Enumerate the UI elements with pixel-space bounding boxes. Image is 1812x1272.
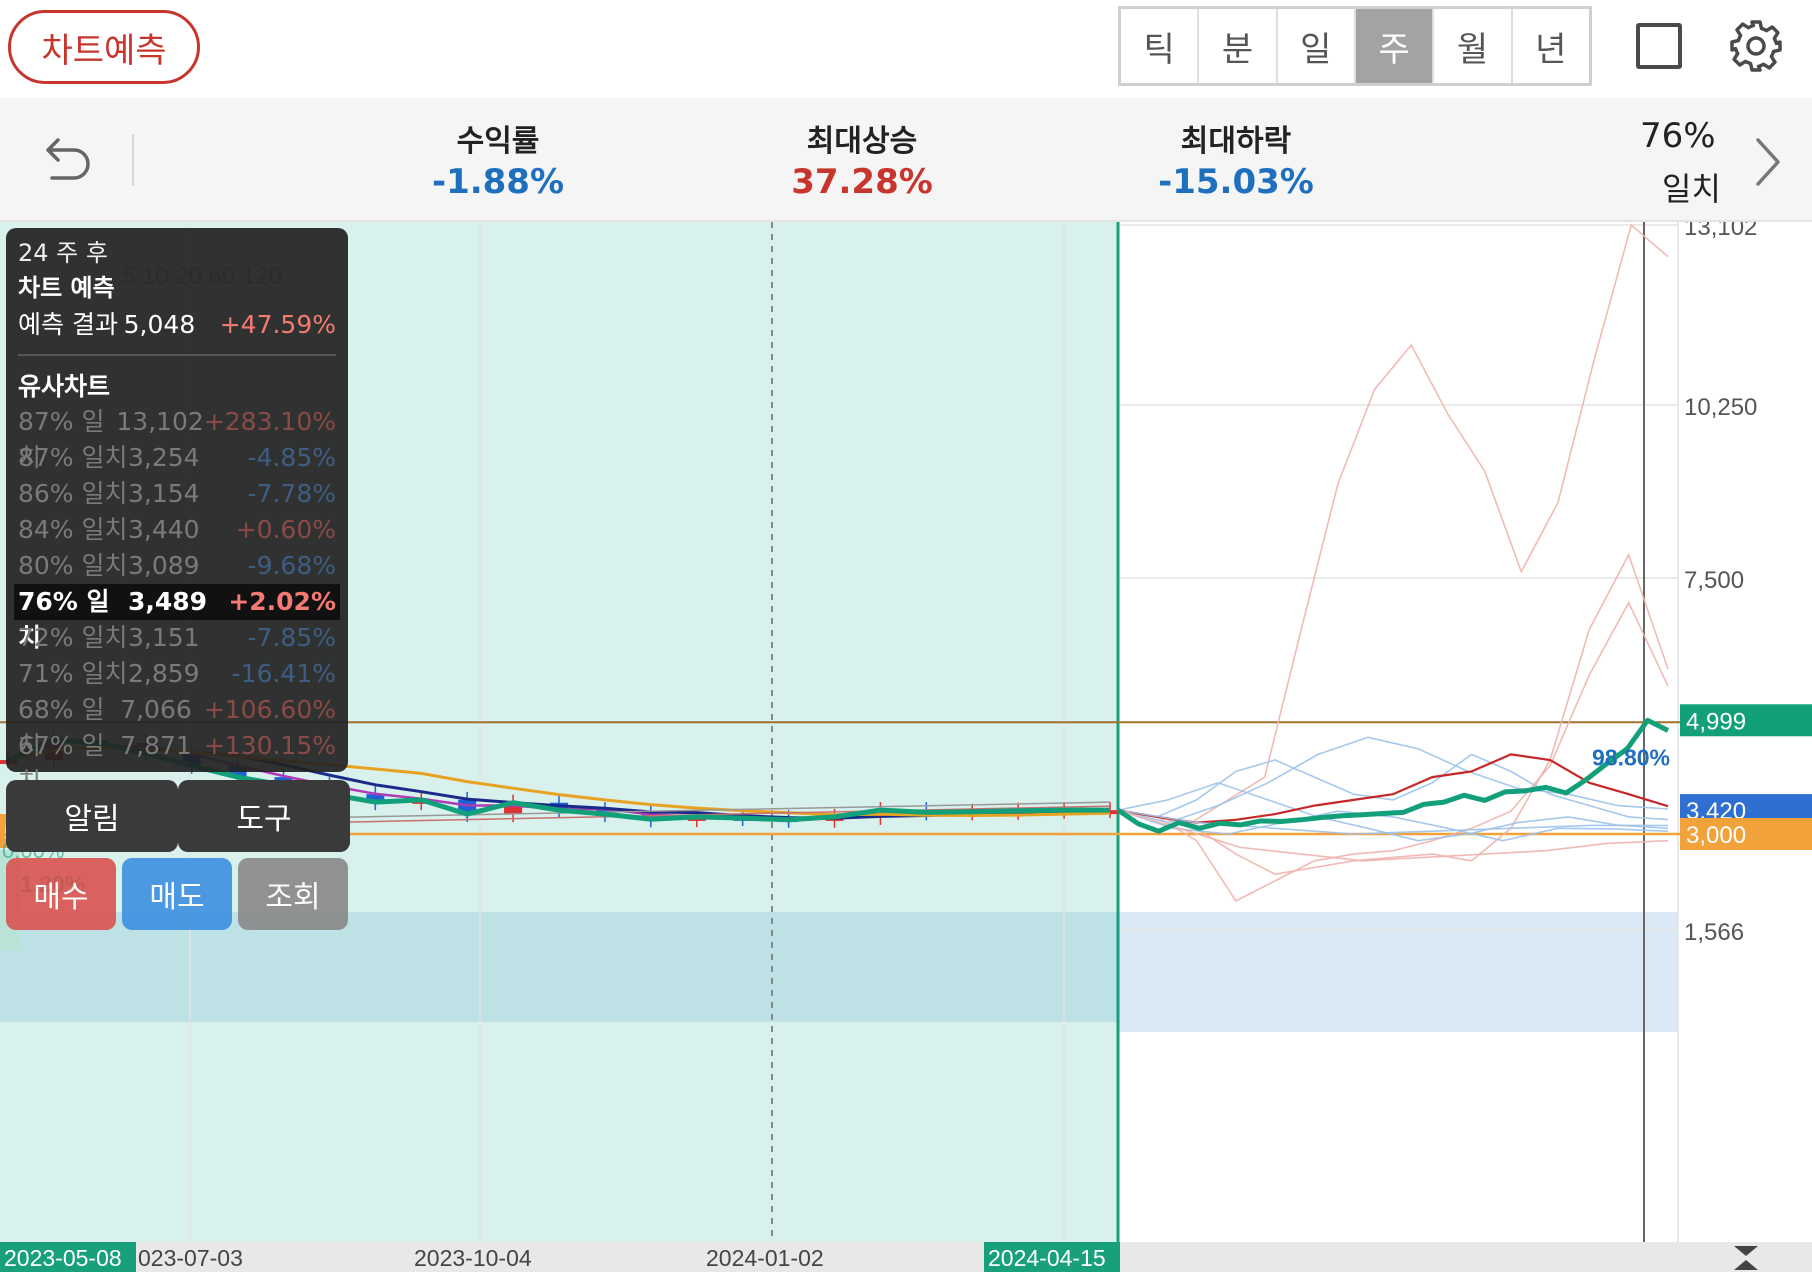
stat-max-fall-label: 최대하락 [1180,124,1292,159]
buy-button[interactable]: 매수 [6,858,116,930]
alert-button[interactable]: 알림 [6,780,178,852]
toolbar-separator [132,134,134,186]
similar-chart-percent: -4.85% [247,443,336,472]
similar-chart-match: 68% 일치 [18,695,105,760]
x-axis-tick-label: 023-07-03 [138,1245,243,1271]
similar-chart-match: 67% 일치 [18,731,105,796]
similar-chart-row[interactable]: 68% 일치 7,066 +106.60% [14,692,340,760]
undo-icon[interactable] [36,128,96,188]
inquiry-button[interactable]: 조회 [238,858,348,930]
similar-chart-match: 72% 일치 [18,623,128,652]
prediction-info-panel: 24 주 후 차트 예측 예측 결과 5,048 +47.59% 유사차트 87… [6,228,348,796]
prediction-result-value: 5,048 [123,310,196,339]
similar-chart-match: 86% 일치 [18,479,128,508]
similar-chart-value: 3,151 [128,623,200,652]
tools-button[interactable]: 도구 [178,780,350,852]
similar-chart-line [1117,600,1669,902]
prediction-result-percent: +47.59% [219,310,336,339]
similar-chart-line [1117,753,1669,821]
stat-max-rise: 최대상승 37.28% [742,116,982,202]
period-tab-month[interactable]: 월 [1434,9,1513,83]
y-axis-tick-label: 1,566 [1684,919,1744,946]
similar-chart-percent: +130.15% [203,731,336,760]
forecast-horizon-label: 24 주 후 [18,239,108,267]
stat-return-label: 수익률 [456,124,540,159]
price-tag-label: 4,999 [1686,708,1746,735]
prediction-result-row: 예측 결과 5,048 +47.59% [18,306,336,344]
stats-bar: 수익률 -1.88% 최대상승 37.28% 최대하락 -15.03% 76% … [0,98,1812,222]
similar-chart-row[interactable]: 80% 일치 3,089 -9.68% [14,548,340,584]
y-axis-tick-label: 10,250 [1684,394,1757,421]
chart-prediction-button[interactable]: 차트예측 [8,10,200,84]
similar-chart-value: 3,489 [128,587,208,616]
similar-chart-percent: -16.41% [231,659,336,688]
period-tab-minute[interactable]: 분 [1199,9,1278,83]
similar-chart-value: 2,859 [128,659,200,688]
prediction-title: 차트 예측 [18,274,115,302]
similar-charts-title: 유사차트 [18,372,111,401]
similar-chart-percent: -9.68% [247,551,336,580]
similar-chart-row[interactable]: 87% 일치 3,254 -4.85% [14,440,340,476]
x-axis-strip [0,1242,1812,1272]
similar-chart-value: 3,440 [128,515,200,544]
stat-max-rise-label: 최대상승 [806,124,918,159]
similar-chart-row[interactable]: 87% 일치 13,102 +283.10% [14,404,340,472]
x-axis-tick-label: 2023-10-04 [414,1245,532,1271]
stat-max-fall: 최대하락 -15.03% [1116,116,1356,202]
gear-icon[interactable] [1728,18,1784,74]
similar-chart-match: 84% 일치 [18,515,128,544]
similar-chart-match: 71% 일치 [18,659,128,688]
similar-chart-value: 3,154 [128,479,200,508]
prediction-line [1116,717,1670,834]
stat-max-fall-value: -15.03% [1158,162,1314,202]
similar-chart-value: 7,066 [120,695,192,724]
similar-chart-percent: -7.78% [247,479,336,508]
fullscreen-square-icon[interactable] [1636,23,1682,69]
similar-chart-value: 3,089 [128,551,200,580]
similar-chart-match: 87% 일치 [18,407,105,472]
prediction-result-label: 예측 결과 [18,310,118,339]
similar-chart-row[interactable]: 76% 일치 3,489 +2.02% [14,584,340,652]
period-selector: 틱 분 일 주 월 년 [1118,6,1592,86]
similar-chart-percent: +2.02% [228,587,336,616]
chevron-right-icon[interactable] [1748,132,1788,192]
end-percent-label: 98.80% [1592,745,1670,771]
period-tab-year[interactable]: 년 [1513,9,1589,83]
y-axis-tick-label: 13,102 [1684,222,1757,241]
similar-chart-percent: -7.85% [247,623,336,652]
price-tag-label: 3,000 [1686,822,1746,849]
similar-chart-percent: +0.60% [235,515,336,544]
similar-chart-line [1117,223,1669,824]
similar-chart-match: 80% 일치 [18,551,128,580]
similar-chart-row[interactable]: 84% 일치 3,440 +0.60% [14,512,340,548]
x-axis-tick-label: 2024-04-15 [988,1245,1106,1271]
x-axis-tick-label: 2024-01-02 [706,1245,824,1271]
similar-chart-row[interactable]: 72% 일치 3,151 -7.85% [14,620,340,656]
x-axis-tick-label: 2023-05-08 [4,1245,122,1271]
similar-chart-match: 76% 일치 [18,587,110,652]
sell-button[interactable]: 매도 [122,858,232,930]
similar-charts-list: 87% 일치 13,102 +283.10% 87% 일치 3,254 -4.85% 86%… [14,404,340,796]
stat-max-rise-value: 37.28% [791,162,933,202]
period-tab-week[interactable]: 주 [1355,9,1435,83]
similar-chart-value: 3,254 [128,443,200,472]
similar-chart-percent: +106.60% [203,695,336,724]
period-tab-tick[interactable]: 틱 [1121,9,1200,83]
stat-return-value: -1.88% [431,162,565,202]
similar-chart-percent: +283.10% [203,407,336,436]
top-toolbar: 차트예측 틱 분 일 주 월 년 [0,0,1812,98]
stat-return: 수익률 -1.88% [378,116,618,202]
similar-chart-value: 13,102 [116,407,204,436]
similar-chart-row[interactable]: 67% 일치 7,871 +130.15% [14,728,340,796]
period-tab-day[interactable]: 일 [1278,9,1356,83]
similar-chart-value: 7,871 [120,731,192,760]
match-label: 일치 [1662,170,1721,208]
similar-chart-row[interactable]: 86% 일치 3,154 -7.78% [14,476,340,512]
similar-chart-row[interactable]: 71% 일치 2,859 -16.41% [14,656,340,692]
y-axis-tick-label: 7,500 [1684,567,1744,594]
panel-divider [18,354,336,356]
similar-chart-match: 87% 일치 [18,443,128,472]
